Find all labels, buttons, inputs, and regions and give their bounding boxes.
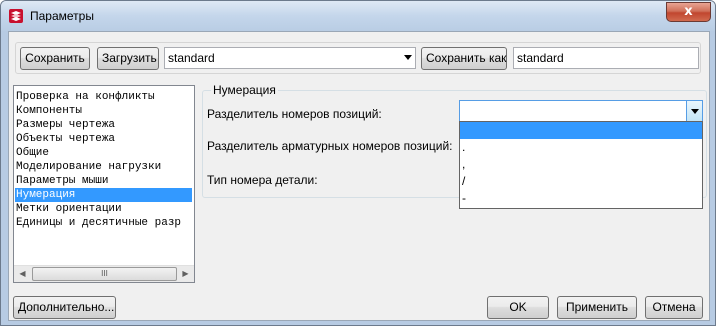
ok-button[interactable]: OK: [487, 296, 549, 319]
position-separator-value: [460, 104, 463, 118]
load-button[interactable]: Загрузить: [97, 47, 159, 70]
dropdown-option[interactable]: -: [460, 190, 702, 207]
chevron-down-icon[interactable]: [686, 101, 702, 121]
tree-item-load-modeling[interactable]: Моделирование нагрузки: [16, 160, 163, 174]
save-as-name-field[interactable]: standard: [513, 47, 699, 69]
scroll-left-icon[interactable]: ◀: [14, 266, 31, 282]
horizontal-scrollbar[interactable]: ◀ III ▶: [14, 265, 194, 282]
window-title: Параметры: [30, 9, 94, 23]
tree-item-components[interactable]: Компоненты: [16, 104, 84, 118]
position-separator-options[interactable]: . , / -: [459, 121, 703, 209]
close-button[interactable]: x: [666, 2, 711, 22]
tree-item-units-decimals[interactable]: Единицы и десятичные разр: [16, 216, 183, 230]
dropdown-option[interactable]: /: [460, 173, 702, 190]
parameters-dialog: Параметры x Сохранить Загрузить standard…: [0, 0, 716, 326]
advanced-button[interactable]: Дополнительно...: [13, 296, 116, 319]
settings-category-tree[interactable]: Проверка на конфликты Компоненты Размеры…: [13, 85, 195, 283]
save-as-button[interactable]: Сохранить как: [421, 47, 507, 70]
preset-select-value: standard: [168, 51, 215, 65]
tree-item-drawing-dimensions[interactable]: Размеры чертежа: [16, 118, 117, 132]
scroll-thumb[interactable]: III: [32, 267, 177, 281]
tree-item-numbering[interactable]: Нумерация: [15, 188, 192, 202]
app-logo-icon: [9, 9, 23, 23]
save-as-name-value: standard: [517, 51, 564, 65]
dialog-body: Сохранить Загрузить standard Сохранить к…: [8, 31, 710, 321]
apply-button[interactable]: Применить: [557, 296, 637, 319]
tree-item-drawing-objects[interactable]: Объекты чертежа: [16, 132, 117, 146]
dropdown-option[interactable]: ,: [460, 156, 702, 173]
close-icon: x: [684, 4, 693, 19]
tree-item-general[interactable]: Общие: [16, 146, 51, 160]
preset-toolbar: Сохранить Загрузить standard Сохранить к…: [15, 42, 701, 74]
cancel-button[interactable]: Отмена: [645, 296, 703, 319]
part-number-type-label: Тип номера детали:: [207, 173, 318, 187]
dropdown-option[interactable]: .: [460, 139, 702, 156]
tree-item-clash-check[interactable]: Проверка на конфликты: [16, 90, 157, 104]
rebar-separator-label: Разделитель арматурных номеров позиций:: [207, 139, 453, 153]
tree-item-orientation-marks[interactable]: Метки ориентации: [16, 202, 124, 216]
numbering-group-title: Нумерация: [211, 83, 278, 97]
scroll-right-icon[interactable]: ▶: [177, 266, 194, 282]
title-bar[interactable]: Параметры x: [1, 1, 715, 31]
preset-select[interactable]: standard: [164, 47, 416, 69]
dropdown-option[interactable]: [460, 122, 702, 139]
tree-item-mouse-settings[interactable]: Параметры мыши: [16, 174, 110, 188]
save-button[interactable]: Сохранить: [20, 47, 90, 70]
chevron-down-icon: [404, 55, 412, 60]
position-separator-label: Разделитель номеров позиций:: [207, 107, 382, 121]
position-separator-select[interactable]: [459, 100, 703, 122]
